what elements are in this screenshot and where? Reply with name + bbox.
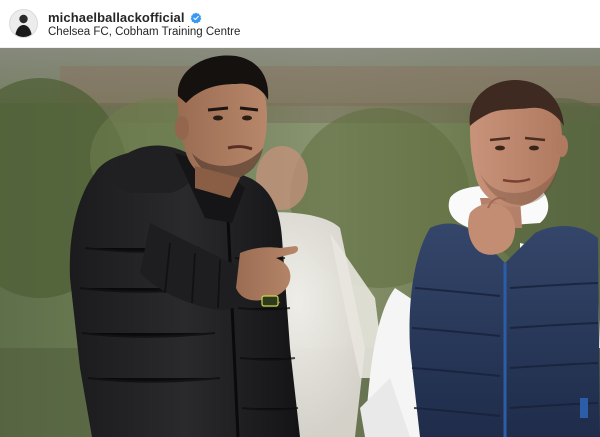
avatar[interactable] [9, 9, 38, 38]
username[interactable]: michaelballackofficial [48, 10, 185, 25]
location-link[interactable]: Chelsea FC, Cobham Training Centre [48, 26, 240, 38]
post-photo[interactable] [0, 48, 600, 437]
instagram-post: michaelballackofficial Chelsea FC, Cobha… [0, 0, 600, 437]
profile-avatar-icon [10, 10, 37, 37]
verified-badge-icon [190, 11, 202, 24]
post-header: michaelballackofficial Chelsea FC, Cobha… [0, 0, 600, 48]
post-photo-image [0, 48, 600, 437]
username-row: michaelballackofficial [48, 9, 202, 25]
